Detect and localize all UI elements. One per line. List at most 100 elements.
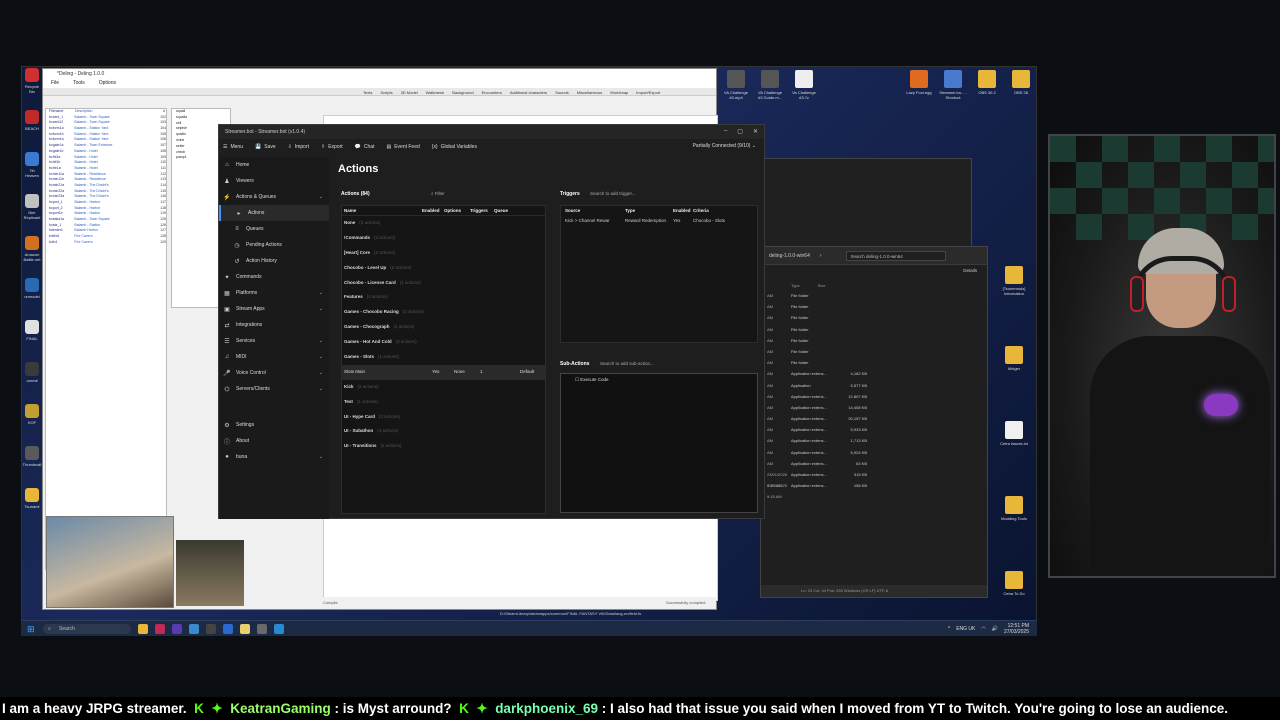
field-list[interactable]: Filename Description # bccent_1 Balamb - Tow… <box>45 108 167 570</box>
windows-start-icon[interactable]: ⊞ <box>27 624 37 634</box>
sidebar-item-actions-queues[interactable]: ⚡ Actions & Queues ⌄ <box>219 189 329 205</box>
action-row[interactable]: Games - Chocograph (2 actions) <box>342 320 545 335</box>
sidebar-item-commands[interactable]: ✦ Commands <box>219 269 329 285</box>
desktop-icon[interactable]: Tsunami <box>22 488 42 524</box>
action-row[interactable]: Kick (2 actions) <box>342 380 545 395</box>
details-button[interactable]: Details <box>963 268 977 273</box>
trigger-row[interactable]: Kick > Channel Rewar Reward Redemption Y… <box>561 216 757 226</box>
action-row[interactable]: Games - Hot And Cold (3 actions) <box>342 335 545 350</box>
sidebar-item-viewers[interactable]: ♟ Viewers <box>219 173 329 189</box>
file-row[interactable]: AM Application extens... 14,408 KB <box>761 402 987 413</box>
maximize-icon[interactable]: ▢ <box>737 128 743 135</box>
desktop-icon[interactable]: unreal <box>22 362 42 398</box>
file-row[interactable]: AM Application extens... 4,182 KB <box>761 368 987 379</box>
file-row[interactable]: AM Application extens... 12,807 KB <box>761 391 987 402</box>
action-row[interactable]: Games - Slots (1 actions) <box>342 350 545 365</box>
desktop-icon[interactable]: VA Challenge #3.mp4 <box>722 70 750 100</box>
deling-tab[interactable]: Miscellaneous <box>577 90 602 95</box>
file-row[interactable]: AM Application extens... 1,713 KB <box>761 435 987 446</box>
deling-tab[interactable]: Scripts <box>380 90 392 95</box>
file-row[interactable]: AM File folder <box>761 290 987 301</box>
action-row[interactable]: Test (1 actions) <box>342 395 545 410</box>
action-row[interactable]: !Commands (3 actions) <box>342 231 545 246</box>
sidebar-item-actions[interactable]: ▸ Actions <box>219 205 329 221</box>
file-row[interactable]: AM Application extens... 5,924 KB <box>761 447 987 458</box>
sidebar-item-queues[interactable]: ≡ Queues <box>219 221 329 237</box>
volume-icon[interactable]: 🔊 <box>992 626 998 632</box>
deling-tab[interactable]: Worldmap <box>610 90 628 95</box>
minimize-icon[interactable]: – <box>724 128 727 135</box>
file-row[interactable]: AM File folder <box>761 346 987 357</box>
actions-filter[interactable]: ⌕ Filter <box>431 191 445 196</box>
list-item[interactable]: bdin1 Fire Cavern 129 <box>46 240 166 246</box>
desktop-icon[interactable]: FINAL <box>22 320 42 356</box>
deling-tab[interactable]: Sounds <box>555 90 569 95</box>
action-row[interactable]: Chocobo - Level Up (2 actions) <box>342 261 545 276</box>
folder-icon[interactable] <box>138 623 148 634</box>
language-indicator[interactable]: ENG UK <box>956 626 975 632</box>
action-row[interactable]: UI - Transitions (2 actions) <box>342 439 545 454</box>
file-row[interactable]: AM Application extens... 20,157 KB <box>761 413 987 424</box>
action-row[interactable]: None (2 actions) <box>342 216 545 231</box>
deling-menu-item[interactable]: Tools <box>73 79 85 88</box>
menu-menu[interactable]: ☰ Menu <box>223 144 243 150</box>
deling-tab[interactable]: Walkmesh <box>426 90 445 95</box>
menu-event-feed[interactable]: ▤ Event Feed <box>386 144 419 150</box>
file-row[interactable]: AM File folder <box>761 312 987 323</box>
sidebar-item-pending-actions[interactable]: ◷ Pending Actions <box>219 237 329 253</box>
desktop-icon[interactable]: Cetra Issues.txt <box>1000 421 1028 446</box>
deling-tab[interactable]: Additional characters <box>510 90 547 95</box>
sidebar-item-settings[interactable]: ⚙ Settings <box>219 417 329 433</box>
desktop-icon[interactable]: KOF <box>22 404 42 440</box>
action-row[interactable]: [Heart] Core (2 actions) <box>342 246 545 261</box>
desktop-icon[interactable]: Recycle Bin <box>22 68 42 104</box>
clock[interactable]: 12:51 PM 27/03/2025 <box>1004 623 1029 635</box>
desktop-icon[interactable]: OBS 28 <box>1007 70 1035 100</box>
desktop-icon[interactable]: Streamer.bo... - Shortcut <box>939 70 967 100</box>
explorer-search[interactable]: Search deling-1.0.0-win64 <box>845 250 946 261</box>
menu-global-variables[interactable]: {x} Global Variables <box>432 144 477 150</box>
sidebar-item-buna[interactable]: ● buna ⌄ <box>219 449 329 465</box>
desktop-icon[interactable]: VA Challenge #3 Guide.m... <box>756 70 784 100</box>
action-row[interactable]: Chocobo - License Card (1 actions) <box>342 276 545 291</box>
subaction-row[interactable]: ☐ Execute Code <box>561 374 757 383</box>
sidebar-item-home[interactable]: ⌂ Home <box>219 157 329 173</box>
sidebar-item-integrations[interactable]: ⇄ Integrations <box>219 317 329 333</box>
deling-tab[interactable]: Encounters <box>482 90 502 95</box>
subaction-search[interactable]: Search to add sub-action... <box>600 361 654 366</box>
action-row[interactable]: Features (4 actions) <box>342 290 545 305</box>
desktop-icon[interactable]: BEACH <box>22 110 42 146</box>
desktop-icon[interactable]: Midger <box>1000 346 1028 371</box>
trigger-search[interactable]: Search to add trigger... <box>590 191 636 196</box>
file-row[interactable]: AM Application extens... 5,933 KB <box>761 424 987 435</box>
action-row[interactable]: UI - Subathon (4 actions) <box>342 424 545 439</box>
desktop-icon[interactable]: Lazy Fool.egg <box>905 70 933 100</box>
menu-import[interactable]: ⇩ Import <box>288 144 309 150</box>
deling-tab[interactable]: Texts <box>363 90 372 95</box>
file-row[interactable]: AM File folder <box>761 324 987 335</box>
obs-icon[interactable] <box>206 623 216 634</box>
app-icon[interactable] <box>155 623 165 634</box>
desktop-icon[interactable]: Thumbnail <box>22 446 42 482</box>
deling-tab[interactable]: 3D Model <box>401 90 418 95</box>
app-icon[interactable] <box>172 623 182 634</box>
file-row[interactable]: AM Application extens... 63 KB <box>761 458 987 469</box>
action-row[interactable]: UI - Hype Card (3 actions) <box>342 410 545 425</box>
desktop-icon[interactable]: Cetra To Do <box>1000 571 1028 596</box>
desktop-icon[interactable]: OBS 30.2 <box>973 70 1001 100</box>
close-icon[interactable]: ✕ <box>753 128 758 135</box>
notepad-icon[interactable] <box>240 623 250 634</box>
deling-menu-item[interactable]: Options <box>99 79 116 88</box>
action-row[interactable]: Games - Chocobo Racing (3 actions) <box>342 305 545 320</box>
desktop-icon[interactable]: unmodel <box>22 278 42 314</box>
app-icon[interactable] <box>274 623 284 634</box>
sidebar-item-about[interactable]: ⓘ About <box>219 433 329 449</box>
desktop-icon[interactable]: Amazon Battle.net <box>22 236 42 272</box>
menu-chat[interactable]: 💬 Chat <box>355 144 375 150</box>
menu-save[interactable]: 💾 Save <box>255 144 276 150</box>
deling-tab[interactable]: Background <box>452 90 473 95</box>
app-icon[interactable] <box>223 623 233 634</box>
app-icon[interactable] <box>189 623 199 634</box>
deling-titlebar[interactable]: *Deling - Deling 1.0.0 <box>43 69 716 79</box>
desktop-icon[interactable]: [Tsunemodz] Information <box>1000 266 1028 296</box>
